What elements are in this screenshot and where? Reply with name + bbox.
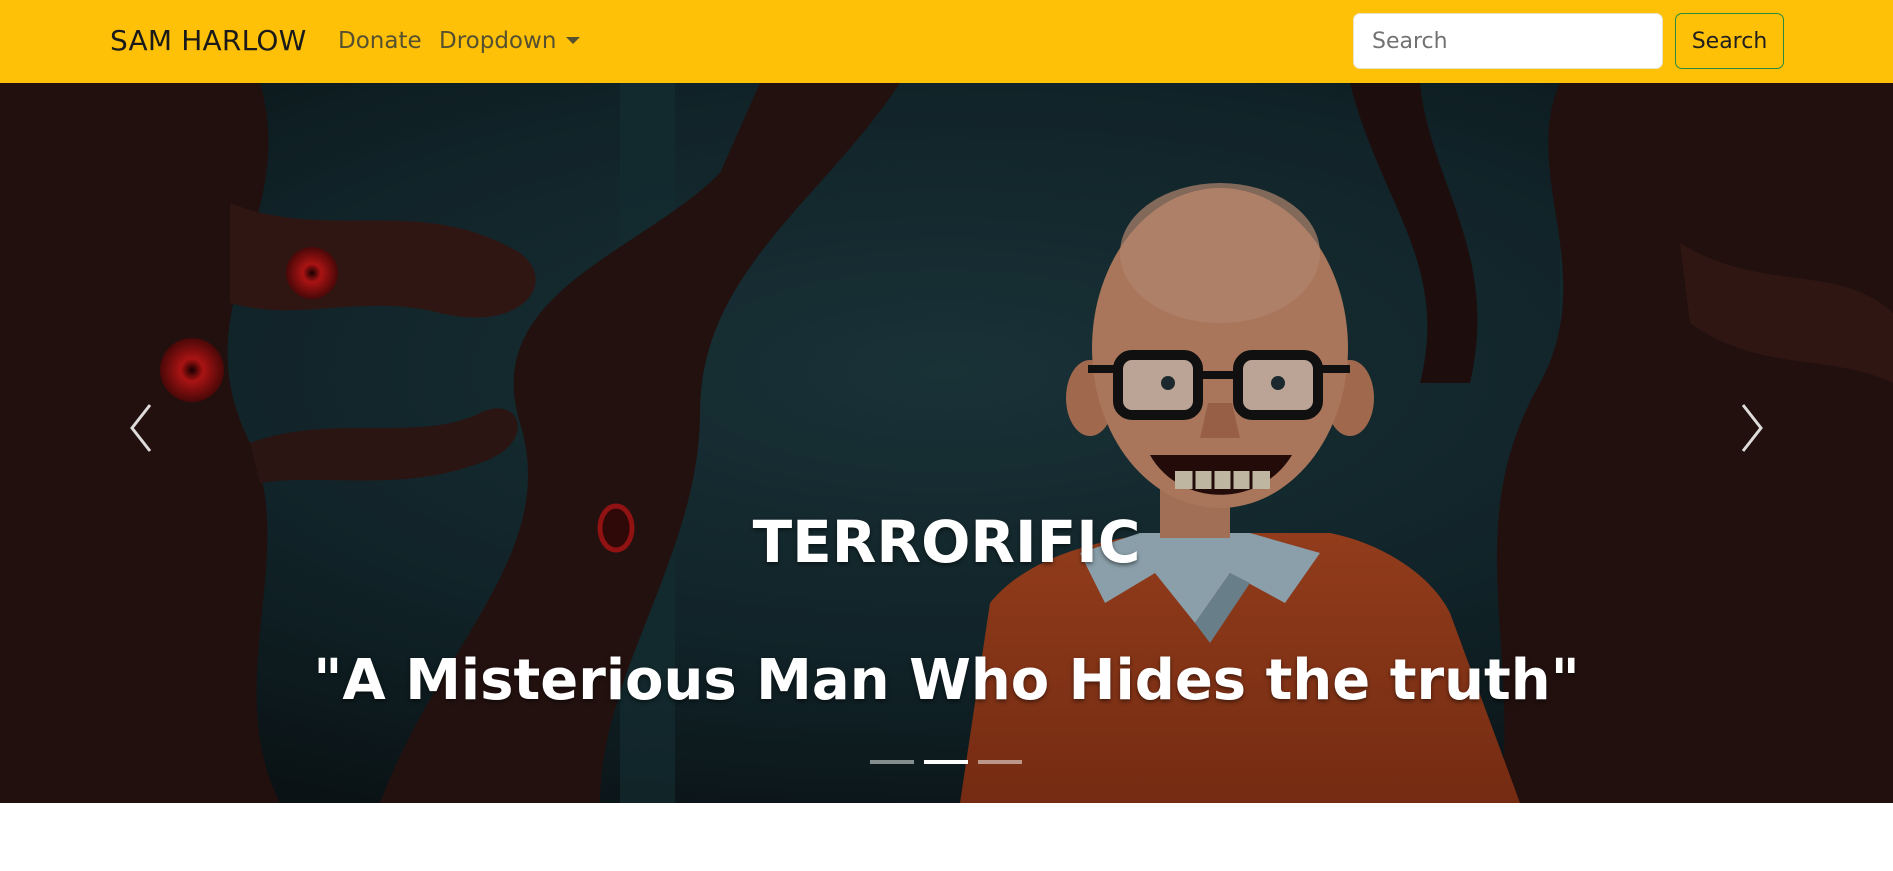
brand-link[interactable]: SAM HARLOW	[110, 24, 307, 57]
search-button[interactable]: Search	[1675, 13, 1784, 69]
carousel-indicator-3[interactable]	[978, 760, 1022, 764]
slide-title: TERRORIFIC	[752, 508, 1141, 576]
chevron-right-icon	[1741, 404, 1763, 452]
caret-down-icon	[566, 37, 581, 44]
carousel-next-button[interactable]	[1713, 383, 1793, 473]
carousel-indicator-2[interactable]	[924, 760, 968, 764]
nav-dropdown-toggle[interactable]: Dropdown	[439, 28, 581, 54]
carousel-indicator-1[interactable]	[870, 760, 914, 764]
nav-link-donate[interactable]: Donate	[338, 28, 422, 54]
carousel-indicators	[0, 760, 1893, 770]
search-input[interactable]	[1353, 13, 1663, 69]
hero-carousel: TERRORIFIC "A Misterious Man Who Hides t…	[0, 83, 1893, 803]
slide-subtitle: "A Misterious Man Who Hides the truth"	[313, 648, 1580, 713]
chevron-left-icon	[130, 404, 152, 452]
navbar: SAM HARLOW Donate Dropdown Search	[0, 0, 1893, 83]
nav-dropdown-label: Dropdown	[439, 28, 557, 54]
carousel-prev-button[interactable]	[100, 383, 180, 473]
